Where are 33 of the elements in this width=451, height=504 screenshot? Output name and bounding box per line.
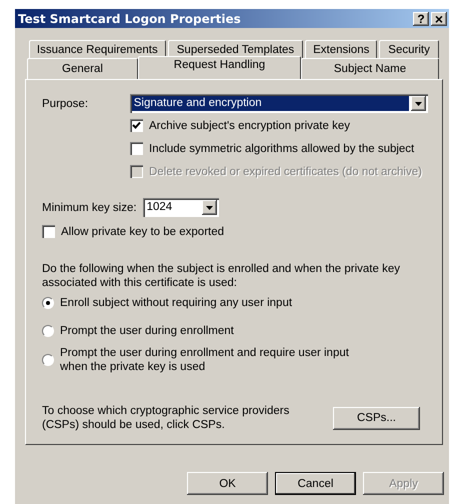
checkbox[interactable] [130,142,143,155]
dialog-button[interactable]: Cancel [275,472,356,495]
radio-button[interactable] [42,297,54,309]
caret-icon [206,206,213,210]
radio-label: Prompt the user during enrollment and require user input when the private key is used [60,346,350,374]
checkbox-label: Include symmetric algorithms allowed by the subject [149,142,414,154]
dialog-button[interactable]: OK [187,472,268,495]
key-size-label: Minimum key size: [42,202,137,214]
csp-instruction-text: To choose which cryptographic service providers (CSPs) should be used, click CSPs. [42,404,290,432]
tab[interactable]: Subject Name [301,58,439,79]
tab[interactable]: Issuance Requirements [29,40,166,58]
checkbox[interactable] [42,225,55,238]
checkbox-label: Archive subject's encryption private key [149,120,350,132]
close-button[interactable]: × [431,12,447,26]
radio-label: Prompt the user during enrollment [60,324,234,338]
csps-button[interactable]: CSPs... [333,406,420,430]
checkbox-label: Delete revoked or expired certificates (do not archive) [149,166,422,178]
tab[interactable]: Security [379,40,439,58]
tab[interactable]: Extensions [305,40,378,58]
radio-button[interactable] [42,354,54,366]
purpose-dropdown[interactable]: Signature and encryption [130,94,428,113]
window-title: Test Smartcard Logon Properties [18,12,241,26]
tab[interactable]: General [27,58,138,79]
radio-label: Enroll subject without requiring any user input [60,296,292,310]
instruction-text: Do the following when the subject is enrolled and when the private key associated with this certificate is used: [42,262,401,290]
purpose-label: Purpose: [42,98,90,110]
checkbox-label: Allow private key to be exported [61,226,224,238]
key-size-dropdown[interactable]: 1024 [142,198,219,217]
checkbox[interactable] [130,119,143,132]
help-button[interactable]: ? [413,12,429,26]
radio-button[interactable] [42,325,54,337]
tab[interactable]: Request Handling [138,56,301,79]
caret-icon [415,102,422,106]
